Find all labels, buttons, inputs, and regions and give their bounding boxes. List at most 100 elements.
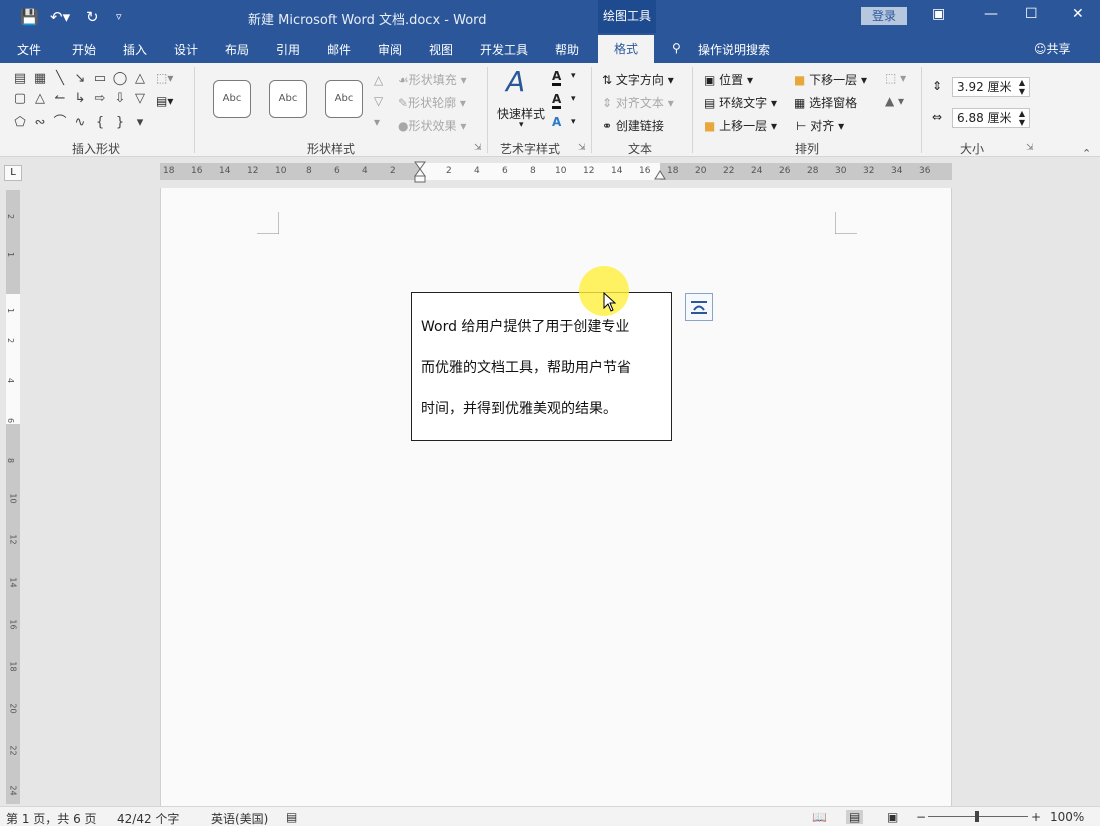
save-icon[interactable]: 💾: [20, 8, 39, 26]
more-shapes-icon[interactable]: ▾: [130, 115, 150, 135]
tell-me-search[interactable]: 操作说明搜索: [698, 41, 770, 58]
elbow-arrow-shape-icon[interactable]: ↳: [70, 91, 90, 111]
maximize-icon[interactable]: ☐: [1025, 6, 1038, 22]
right-indent-marker-icon[interactable]: [654, 169, 666, 180]
selection-pane-button[interactable]: ▦ 选择窗格: [794, 94, 857, 111]
down-arrow-shape-icon[interactable]: ⇩: [110, 91, 130, 111]
web-layout-icon[interactable]: ▣: [887, 810, 898, 824]
zoom-level[interactable]: 100%: [1050, 810, 1084, 824]
edit-shape-icon[interactable]: ⬚▾: [156, 71, 173, 85]
rectangle-shape-icon[interactable]: ▭: [90, 71, 110, 91]
height-spinner-icon[interactable]: ▲ ▼: [1019, 78, 1025, 96]
text-effects-icon[interactable]: A: [552, 115, 561, 129]
tab-home[interactable]: 开始: [72, 41, 96, 58]
align-text-button[interactable]: ⇕ 对齐文本 ▾: [602, 94, 674, 111]
text-fill-dropdown-icon[interactable]: ▾: [571, 71, 576, 81]
layout-options-icon[interactable]: [685, 293, 713, 321]
tab-selector[interactable]: L: [4, 165, 22, 181]
styles-more-icon[interactable]: ▾: [374, 115, 380, 129]
size-launcher-icon[interactable]: ⇲: [1026, 143, 1034, 153]
quick-styles-dropdown-icon[interactable]: ▾: [519, 120, 524, 130]
curve-shape-icon[interactable]: ∿: [70, 115, 90, 135]
scroll-up-icon[interactable]: △: [130, 71, 150, 91]
close-icon[interactable]: ✕: [1072, 6, 1084, 22]
shape-style-2[interactable]: Abc: [269, 80, 307, 118]
login-button[interactable]: 登录: [861, 7, 907, 25]
text-box[interactable]: Word 给用户提供了用于创建专业 而优雅的文档工具，帮助用户节省 时间，并得到…: [411, 292, 672, 441]
share-button[interactable]: ☺共享: [1034, 40, 1071, 57]
redo-icon[interactable]: ↻: [86, 8, 99, 26]
horizontal-ruler[interactable]: 18 16 14 12 10 8 6 4 2 2 4 6 8 10 12 14 …: [160, 161, 952, 183]
tab-layout[interactable]: 布局: [225, 41, 249, 58]
align-button[interactable]: ⊢ 对齐 ▾: [796, 117, 844, 134]
shapes-gallery[interactable]: ▤ ▦ ╲ ↘ ▭ ◯ △ ▢ △ ↼ ↳ ⇨ ⇩ ▽ ⬠ ∾ ⌒ ∿{} ▾: [10, 71, 150, 135]
styles-scroll-up-icon[interactable]: △: [374, 73, 383, 87]
styles-scroll-down-icon[interactable]: ▽: [374, 94, 383, 108]
tab-mailings[interactable]: 邮件: [327, 41, 351, 58]
tab-view[interactable]: 视图: [429, 41, 453, 58]
vertical-textbox-shape-icon[interactable]: ▦: [30, 71, 50, 91]
freeform-shape-icon[interactable]: ⬠: [10, 115, 30, 135]
shape-outline-button[interactable]: ✎形状轮廓 ▾: [398, 94, 466, 111]
zoom-out-icon[interactable]: −: [916, 810, 926, 824]
elbow-shape-icon[interactable]: ↼: [50, 91, 70, 111]
language-indicator[interactable]: 英语(美国): [211, 810, 268, 826]
text-line[interactable]: Word 给用户提供了用于创建专业: [421, 307, 663, 348]
page-count[interactable]: 第 1 页，共 6 页: [6, 810, 97, 826]
text-direction-button[interactable]: ⇅ 文字方向 ▾: [602, 71, 674, 88]
send-backward-button[interactable]: ■ 下移一层 ▾: [794, 71, 867, 88]
word-count[interactable]: 42/42 个字: [117, 810, 179, 826]
collapse-ribbon-icon[interactable]: ⌃: [1082, 147, 1091, 160]
textbox-shape-icon[interactable]: ▤: [10, 71, 30, 91]
vertical-ruler[interactable]: 2 1 1 2 4 6 8 10 12 14 16 18 20 22 24: [6, 190, 20, 804]
tab-developer[interactable]: 开发工具: [480, 41, 528, 58]
shape-fill-button[interactable]: ☙形状填充 ▾: [398, 71, 467, 88]
read-mode-icon[interactable]: 📖: [812, 810, 827, 824]
customize-quick-access-icon[interactable]: ▿: [116, 10, 122, 23]
text-effects-dropdown-icon[interactable]: ▾: [571, 117, 576, 127]
shape-style-1[interactable]: Abc: [213, 80, 251, 118]
text-fill-icon[interactable]: A: [552, 69, 562, 86]
wordart-launcher-icon[interactable]: ⇲: [578, 143, 586, 153]
right-arrow-shape-icon[interactable]: ⇨: [90, 91, 110, 111]
line-shape-icon[interactable]: ╲: [50, 71, 70, 91]
indent-marker-icon[interactable]: [414, 161, 426, 183]
width-spinner-icon[interactable]: ▲ ▼: [1019, 109, 1025, 127]
shape-height-input[interactable]: 3.92 厘米 ▲ ▼: [952, 77, 1030, 97]
shape-style-3[interactable]: Abc: [325, 80, 363, 118]
draw-textbox-icon[interactable]: ▤▾: [156, 94, 173, 108]
document-page[interactable]: Word 给用户提供了用于创建专业 而优雅的文档工具，帮助用户节省 时间，并得到…: [160, 188, 952, 806]
text-line[interactable]: 而优雅的文档工具，帮助用户节省: [421, 348, 663, 389]
text-outline-dropdown-icon[interactable]: ▾: [571, 94, 576, 104]
quick-styles-icon[interactable]: A: [506, 65, 525, 98]
tab-design[interactable]: 设计: [174, 41, 198, 58]
wrap-text-button[interactable]: ▤ 环绕文字 ▾: [704, 94, 777, 111]
zoom-in-icon[interactable]: +: [1031, 810, 1041, 824]
scroll-down-icon[interactable]: ▽: [130, 91, 150, 111]
minimize-icon[interactable]: —: [984, 6, 998, 22]
shape-effect-button[interactable]: ●形状效果 ▾: [398, 117, 466, 134]
rotate-icon[interactable]: ▲ ▾: [885, 94, 904, 108]
rounded-rect-shape-icon[interactable]: ▢: [10, 91, 30, 111]
arrow-line-shape-icon[interactable]: ↘: [70, 71, 90, 91]
left-brace-shape-icon[interactable]: {: [90, 115, 110, 135]
shape-styles-launcher-icon[interactable]: ⇲: [474, 143, 482, 153]
print-layout-icon[interactable]: ▤: [846, 810, 864, 824]
arc-shape-icon[interactable]: ⌒: [50, 111, 70, 131]
create-link-button[interactable]: ⚭ 创建链接: [602, 117, 664, 134]
tab-file[interactable]: 文件: [17, 41, 41, 58]
position-button[interactable]: ▣ 位置 ▾: [704, 71, 753, 88]
tab-references[interactable]: 引用: [276, 41, 300, 58]
tab-format[interactable]: 格式: [598, 35, 655, 63]
zoom-slider-thumb[interactable]: [975, 811, 979, 822]
oval-shape-icon[interactable]: ◯: [110, 71, 130, 91]
tab-review[interactable]: 审阅: [378, 41, 402, 58]
tab-help[interactable]: 帮助: [555, 41, 579, 58]
shape-width-input[interactable]: 6.88 厘米 ▲ ▼: [952, 108, 1030, 128]
ribbon-display-icon[interactable]: ▣: [932, 6, 945, 22]
scribble-shape-icon[interactable]: ∾: [30, 115, 50, 135]
right-brace-shape-icon[interactable]: }: [110, 115, 130, 135]
text-line[interactable]: 时间，并得到优雅美观的结果。: [421, 389, 663, 430]
group-objects-icon[interactable]: ⬚ ▾: [885, 71, 906, 85]
undo-icon[interactable]: ↶▾: [50, 8, 70, 26]
